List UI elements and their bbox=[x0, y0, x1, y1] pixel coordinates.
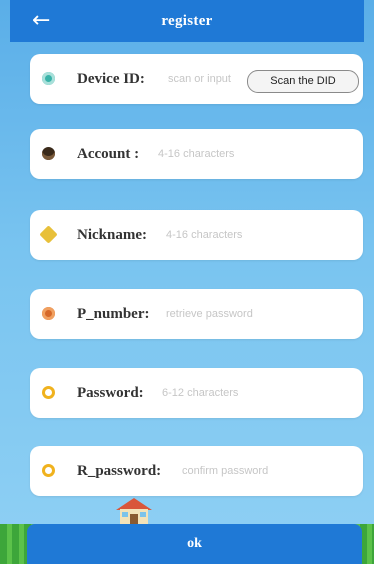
lock-icon bbox=[42, 386, 55, 399]
account-icon bbox=[42, 147, 55, 160]
nickname-label: Nickname: bbox=[77, 227, 147, 243]
nickname-input[interactable] bbox=[166, 223, 346, 247]
ok-button[interactable]: ok bbox=[27, 524, 362, 564]
title-bar: ← register bbox=[10, 0, 364, 42]
nickname-icon bbox=[39, 225, 58, 244]
password-label: Password: bbox=[77, 385, 144, 401]
password-input[interactable] bbox=[162, 381, 342, 405]
repeat-password-label: R_password: bbox=[77, 463, 162, 479]
device-id-input[interactable] bbox=[168, 67, 246, 91]
account-row[interactable]: Account : bbox=[30, 129, 363, 179]
account-label: Account : bbox=[77, 146, 140, 162]
phone-number-input[interactable] bbox=[166, 302, 351, 326]
phone-number-row[interactable]: P_number: bbox=[30, 289, 363, 339]
repeat-password-row[interactable]: R_password: bbox=[30, 446, 363, 496]
lock-icon bbox=[42, 464, 55, 477]
page-title: register bbox=[161, 13, 213, 29]
nickname-row[interactable]: Nickname: bbox=[30, 210, 363, 260]
device-icon bbox=[42, 72, 55, 85]
phone-number-label: P_number: bbox=[77, 306, 150, 322]
account-input[interactable] bbox=[158, 142, 348, 166]
device-id-label: Device ID: bbox=[77, 71, 145, 87]
device-id-row[interactable]: Device ID: Scan the DID bbox=[30, 54, 363, 104]
scan-did-button[interactable]: Scan the DID bbox=[247, 70, 359, 93]
phone-icon bbox=[42, 307, 55, 320]
register-screen: ← register Device ID: Scan the DID Accou… bbox=[0, 0, 374, 564]
repeat-password-input[interactable] bbox=[182, 459, 352, 483]
house-icon bbox=[116, 498, 152, 525]
password-row[interactable]: Password: bbox=[30, 368, 363, 418]
